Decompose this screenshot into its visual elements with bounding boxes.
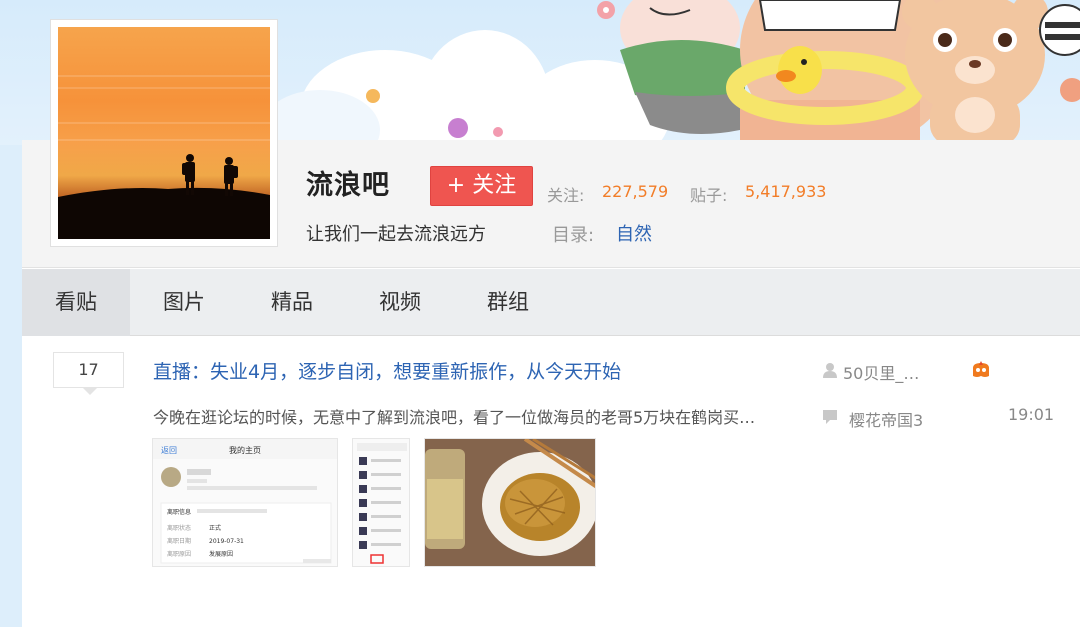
- list-screenshot: [353, 439, 409, 566]
- tab-images[interactable]: 图片: [130, 269, 238, 336]
- last-reply-time: 19:01: [1008, 405, 1055, 424]
- posts-label: 贴子:: [690, 186, 728, 205]
- forum-title: 流浪吧: [306, 170, 390, 201]
- thread-author[interactable]: 50贝里_…: [843, 360, 919, 384]
- svg-text:2019-07-31: 2019-07-31: [209, 538, 244, 545]
- forum-slogan: 让我们一起去流浪远方: [306, 224, 486, 245]
- reply-count-badge: 17: [53, 352, 124, 395]
- last-replier[interactable]: 樱花帝国3: [849, 407, 923, 431]
- directory-link[interactable]: 自然: [616, 220, 652, 246]
- profile-screenshot: 返回 我的主页 离职信息 离职状态 正式 离职日期 2019-07-31 离职原…: [153, 439, 337, 566]
- followers-count: 227,579: [602, 182, 669, 201]
- tab-groups[interactable]: 群组: [454, 269, 562, 336]
- svg-text:离职原因: 离职原因: [167, 550, 191, 558]
- directory-label: 目录:: [552, 225, 595, 246]
- tab-videos[interactable]: 视频: [346, 269, 454, 336]
- back-link: 返回: [161, 446, 177, 455]
- forum-avatar[interactable]: [50, 19, 278, 247]
- followers-label: 关注:: [547, 186, 585, 205]
- thread-abstract: 今晚在逛论坛的时候，无意中了解到流浪吧，看了一位做海员的老哥5万块在鹤岗买…: [153, 408, 756, 427]
- thread-thumbnail-profile[interactable]: 返回 我的主页 离职信息 离职状态 正式 离职日期 2019-07-31 离职原…: [152, 438, 338, 567]
- resignation-section: 离职信息: [167, 508, 191, 516]
- thread-thumbnail-food[interactable]: [424, 438, 596, 567]
- svg-text:离职状态: 离职状态: [167, 524, 191, 532]
- noodle-bowl-photo: [425, 439, 595, 566]
- posts-count: 5,417,933: [745, 182, 827, 201]
- hot-post-icon: [973, 361, 989, 377]
- follow-button[interactable]: + 关注: [430, 166, 533, 206]
- forum-avatar-image: [58, 27, 270, 239]
- svg-text:离职日期: 离职日期: [167, 537, 191, 545]
- svg-text:正式: 正式: [209, 524, 221, 532]
- tab-posts[interactable]: 看贴: [22, 269, 130, 336]
- user-icon: [823, 363, 837, 378]
- forum-tabs: 看贴 图片 精品 视频 群组: [22, 269, 1080, 336]
- comment-icon: [823, 410, 837, 424]
- profile-page-title: 我的主页: [229, 445, 261, 455]
- svg-text:发展原因: 发展原因: [209, 550, 233, 558]
- thread-thumbnail-list[interactable]: [352, 438, 410, 567]
- tab-featured[interactable]: 精品: [238, 269, 346, 336]
- thread-title-link[interactable]: 直播：失业4月，逐步自闭，想要重新振作，从今天开始: [153, 357, 621, 384]
- silhouette-hikers: [58, 154, 270, 239]
